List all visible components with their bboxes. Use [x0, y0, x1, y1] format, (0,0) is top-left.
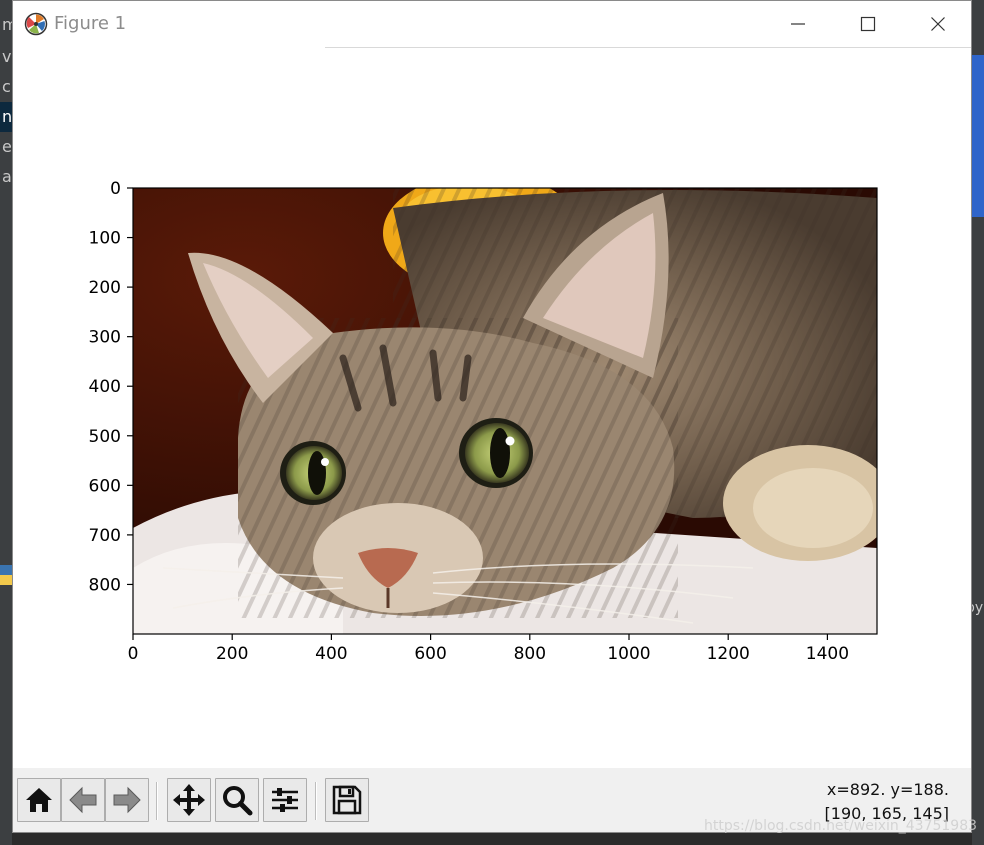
zoom-button[interactable] — [215, 778, 259, 822]
figure-canvas[interactable]: 0 200 400 600 800 1000 1200 1400 0 100 200 300 400 5… — [13, 48, 971, 768]
matplotlib-logo-icon — [24, 12, 48, 36]
back-button[interactable] — [61, 778, 105, 822]
title-bar[interactable]: Figure 1 — [13, 1, 971, 47]
coordinate-readout: x=892. y=188. — [826, 780, 949, 799]
python-icon — [0, 565, 12, 585]
x-axis: 0 200 400 600 800 1000 1200 1400 — [128, 634, 849, 664]
y-axis: 0 100 200 300 400 500 600 700 800 — [89, 179, 133, 595]
plot-area[interactable]: 0 200 400 600 800 1000 1200 1400 0 100 200 300 400 5… — [13, 48, 971, 768]
x-tick-label: 1400 — [806, 644, 849, 664]
y-tick-label: 300 — [89, 328, 121, 348]
configure-subplots-icon — [272, 788, 298, 812]
ide-right-scroll-strip — [972, 55, 984, 217]
toolbar-separator — [156, 782, 158, 820]
y-tick-label: 700 — [89, 526, 121, 546]
x-tick-label: 800 — [514, 644, 546, 664]
maximize-button[interactable] — [833, 1, 903, 47]
forward-button[interactable] — [105, 778, 149, 822]
configure-subplots-button[interactable] — [263, 778, 307, 822]
minimize-button[interactable] — [763, 1, 833, 47]
y-tick-label: 100 — [89, 229, 121, 249]
x-tick-label: 1000 — [607, 644, 650, 664]
close-button[interactable] — [903, 1, 973, 47]
x-tick-label: 600 — [414, 644, 446, 664]
minimize-icon — [791, 23, 805, 25]
x-tick-label: 1200 — [707, 644, 750, 664]
close-icon — [931, 17, 945, 31]
image-display — [133, 188, 877, 634]
toolbar-separator — [315, 782, 317, 820]
save-icon — [332, 785, 362, 815]
forward-arrow-icon — [113, 786, 141, 814]
y-tick-label: 600 — [89, 476, 121, 496]
x-tick-label: 200 — [216, 644, 248, 664]
watermark-text: https://blog.csdn.net/weixin_43751983 — [704, 818, 978, 834]
x-tick-label: 400 — [315, 644, 347, 664]
back-arrow-icon — [69, 786, 97, 814]
home-icon — [26, 788, 52, 812]
save-button[interactable] — [325, 778, 369, 822]
zoom-icon — [223, 786, 253, 816]
home-button[interactable] — [17, 778, 61, 822]
window-title: Figure 1 — [54, 13, 127, 34]
maximize-icon — [860, 16, 876, 32]
y-tick-label: 200 — [89, 278, 121, 298]
x-tick-label: 0 — [128, 644, 139, 664]
y-tick-label: 0 — [110, 179, 121, 199]
pan-button[interactable] — [167, 778, 211, 822]
y-tick-label: 500 — [89, 427, 121, 447]
y-tick-label: 800 — [89, 575, 121, 595]
figure-window: Figure 1 0 200 400 600 800 1000 1200 140… — [12, 0, 972, 833]
y-tick-label: 400 — [89, 377, 121, 397]
pan-icon — [173, 784, 205, 816]
